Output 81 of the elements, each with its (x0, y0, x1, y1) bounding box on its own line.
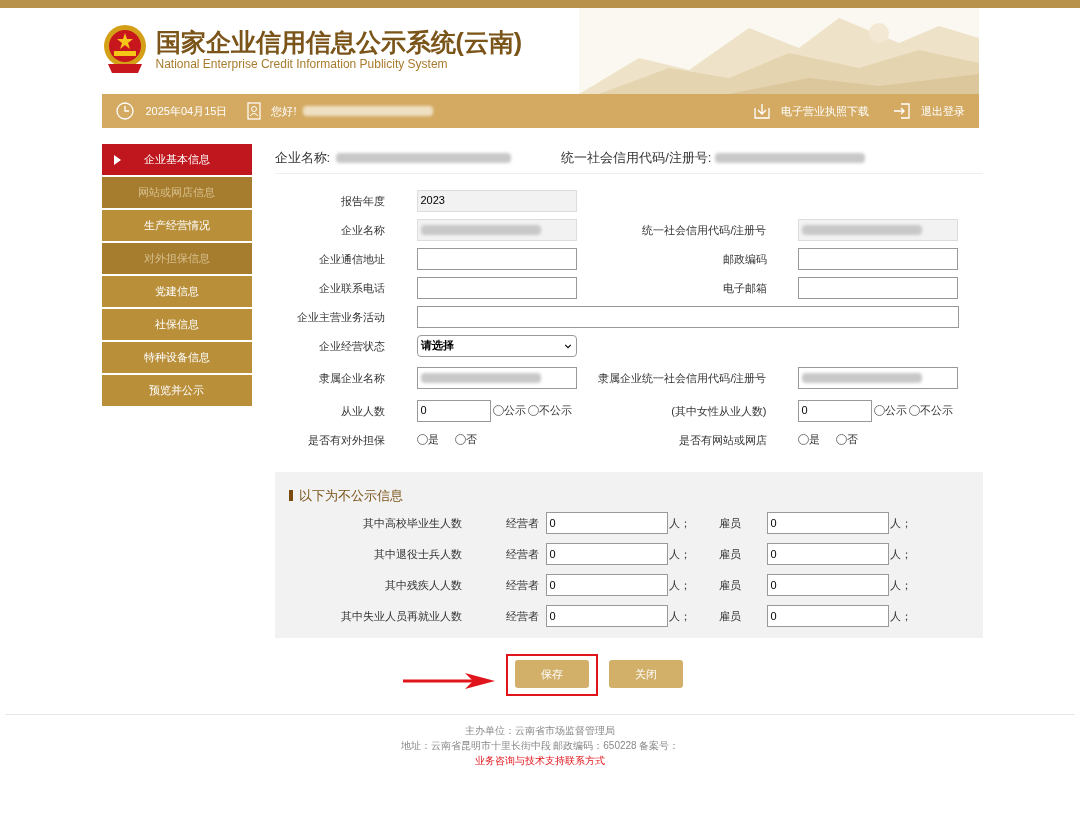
field-label: 雇员 (718, 577, 742, 593)
field-label: 统一社会信用代码/注册号 (642, 223, 767, 236)
unit-label: 人； (889, 515, 912, 531)
arrow-icon (402, 673, 495, 689)
radio-option[interactable]: 是 (416, 431, 439, 448)
input-field[interactable] (416, 247, 577, 270)
field-label: 是否有对外担保 (307, 433, 385, 446)
unit-label: 人； (889, 608, 912, 624)
radio-option[interactable]: 不公示 (527, 402, 572, 419)
clock-icon (115, 102, 134, 120)
unit-label: 人； (668, 608, 692, 624)
input-field[interactable]: 0 (416, 399, 491, 422)
site-title: 国家企业信用信息公示系统(云南) (155, 27, 523, 57)
input-field[interactable] (416, 276, 577, 299)
unit-label: 人； (668, 515, 692, 531)
section-title: 以下为不公示信息 (298, 487, 403, 505)
input-field[interactable]: 2023 (416, 189, 577, 212)
input-field[interactable]: 0 (766, 512, 889, 534)
unit-label: 人； (668, 546, 692, 562)
download-icon (752, 102, 771, 120)
input-field[interactable] (797, 367, 958, 389)
unit-label: 人； (889, 577, 912, 593)
input-field[interactable]: 0 (545, 512, 668, 534)
field-label: 雇员 (718, 515, 742, 531)
user-icon (245, 102, 264, 120)
input-field[interactable]: 0 (766, 574, 889, 596)
radio-option[interactable]: 公示 (492, 402, 526, 419)
input-field[interactable]: 0 (545, 574, 668, 596)
field-label: 企业通信地址 (318, 252, 385, 265)
caret-icon (113, 155, 121, 165)
summary-label: 统一社会信用代码/注册号: (561, 148, 712, 167)
field-label: 隶属企业名称 (318, 372, 385, 384)
radio-option[interactable]: 是 (797, 431, 820, 448)
field-label: 企业经营状态 (318, 339, 385, 352)
field-label: 其中残疾人人数 (384, 578, 462, 591)
input-field[interactable]: 0 (545, 605, 668, 627)
footer-link[interactable]: 业务咨询与技术支持联系方式 (475, 753, 605, 768)
footer-text: 地址：云南省昆明市十里长街中段 邮政编码：650228 备案号： (400, 739, 680, 753)
date-text: 2025年04月15日 (145, 103, 228, 119)
input-field[interactable] (797, 247, 958, 270)
field-label: 隶属企业统一社会信用代码/注册号 (598, 372, 767, 384)
input-field[interactable] (797, 276, 958, 299)
field-label: 经营者 (505, 608, 540, 624)
input-field[interactable]: 0 (766, 543, 889, 565)
field-label: 报告年度 (340, 194, 385, 207)
site-subtitle: National Enterprise Credit Information Publicity System (155, 57, 449, 71)
footer-text: 主办单位：云南省市场监督管理局 (465, 724, 615, 738)
field-label: 其中高校毕业生人数 (362, 516, 462, 529)
field-label: 经营者 (505, 577, 540, 593)
field-label: 其中失业人员再就业人数 (340, 609, 462, 622)
field-label: 雇员 (718, 608, 742, 624)
field-label: 企业名称 (340, 223, 385, 236)
radio-option[interactable]: 公示 (873, 402, 907, 419)
radio-option[interactable]: 否 (454, 431, 477, 448)
field-label: 经营者 (505, 546, 540, 562)
emblem-icon (101, 24, 148, 74)
radio-option[interactable]: 不公示 (908, 402, 953, 419)
section-marker-icon (288, 490, 293, 502)
input-field[interactable]: 0 (545, 543, 668, 565)
summary-label: 企业名称: (274, 148, 331, 167)
field-label: 电子邮箱 (722, 281, 767, 294)
unit-label: 人； (889, 546, 912, 562)
greeting-text: 您好! (271, 103, 297, 119)
field-label: 从业人数 (340, 404, 385, 417)
select-field[interactable]: 请选择 (416, 334, 577, 357)
field-label: 企业联系电话 (318, 281, 385, 294)
logout-icon (892, 102, 911, 120)
field-label: 邮政编码 (722, 252, 767, 265)
sidebar-item[interactable]: 企业基本信息 (101, 144, 252, 175)
radio-option[interactable]: 否 (835, 431, 858, 448)
field-label: 其中退役士兵人数 (373, 547, 462, 560)
input-field[interactable]: 0 (766, 605, 889, 627)
unit-label: 人； (668, 577, 692, 593)
field-label: 是否有网站或网店 (678, 433, 767, 446)
field-label: 企业主营业务活动 (296, 310, 385, 323)
input-field[interactable]: 0 (797, 399, 872, 422)
field-label: 雇员 (718, 546, 742, 562)
field-label: 经营者 (505, 515, 540, 531)
input-field[interactable] (416, 305, 959, 328)
input-field[interactable] (416, 367, 577, 389)
field-label: (其中女性从业人数) (671, 404, 767, 417)
